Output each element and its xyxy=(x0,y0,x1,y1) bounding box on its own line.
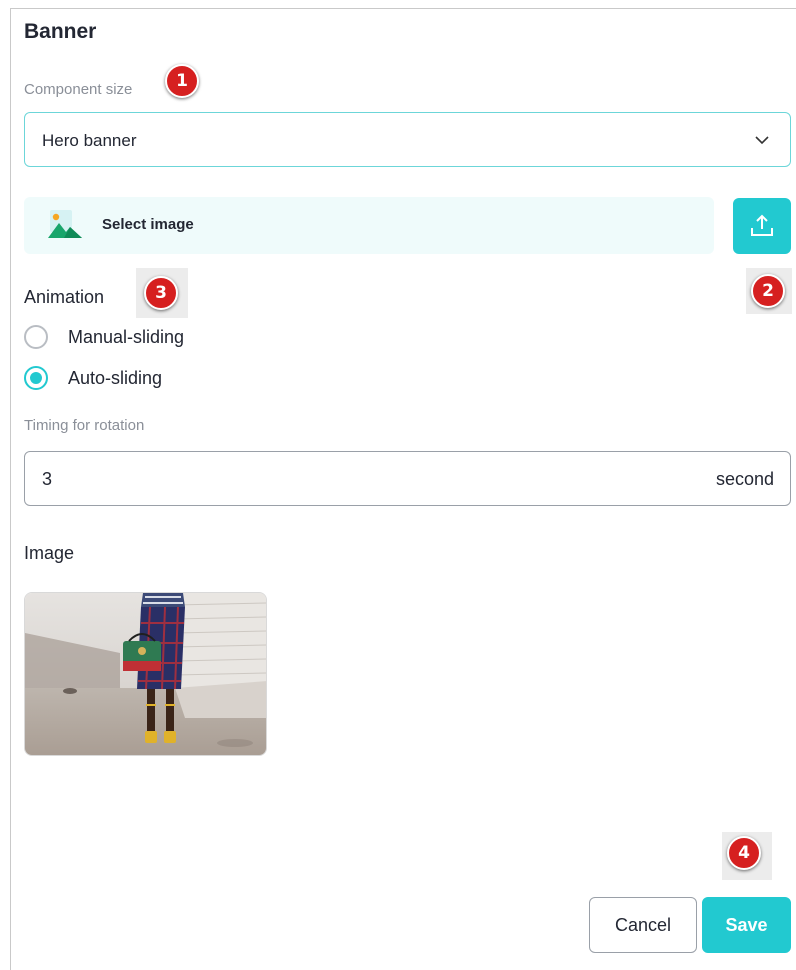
banner-image-thumbnail[interactable] xyxy=(24,592,267,756)
timing-unit: second xyxy=(715,469,774,489)
radio-auto-sliding[interactable]: Auto-sliding xyxy=(24,364,204,392)
component-size-label: Component size xyxy=(24,81,133,98)
upload-button[interactable] xyxy=(733,198,791,254)
radio-label: Auto-sliding xyxy=(68,368,163,388)
upload-icon xyxy=(751,214,773,236)
photo-image xyxy=(25,593,266,755)
chevron-down-icon xyxy=(755,136,769,145)
step-badge-4: 4 xyxy=(727,836,761,870)
component-size-value: Hero banner xyxy=(42,131,137,150)
animation-label: Animation xyxy=(24,287,105,307)
panel-title: Banner xyxy=(24,20,97,43)
radio-circle-checked[interactable] xyxy=(24,366,48,390)
image-section-label: Image xyxy=(24,543,75,563)
timing-value: 3 xyxy=(42,469,53,489)
select-image-label: Select image xyxy=(102,216,194,233)
radio-manual-sliding[interactable]: Manual-sliding xyxy=(24,323,224,351)
cancel-button[interactable]: Cancel xyxy=(589,897,697,953)
step-badge-2: 2 xyxy=(751,274,785,308)
save-button[interactable]: Save xyxy=(702,897,791,953)
timing-input[interactable]: 3 second xyxy=(24,451,791,506)
select-image-picker[interactable]: Select image xyxy=(24,197,714,254)
radio-label: Manual-sliding xyxy=(68,327,185,347)
component-size-select[interactable]: Hero banner xyxy=(24,112,791,167)
step-badge-1: 1 xyxy=(165,64,199,98)
timing-label: Timing for rotation xyxy=(24,417,145,434)
image-icon xyxy=(48,210,82,238)
step-badge-3: 3 xyxy=(144,276,178,310)
radio-circle[interactable] xyxy=(24,325,48,349)
